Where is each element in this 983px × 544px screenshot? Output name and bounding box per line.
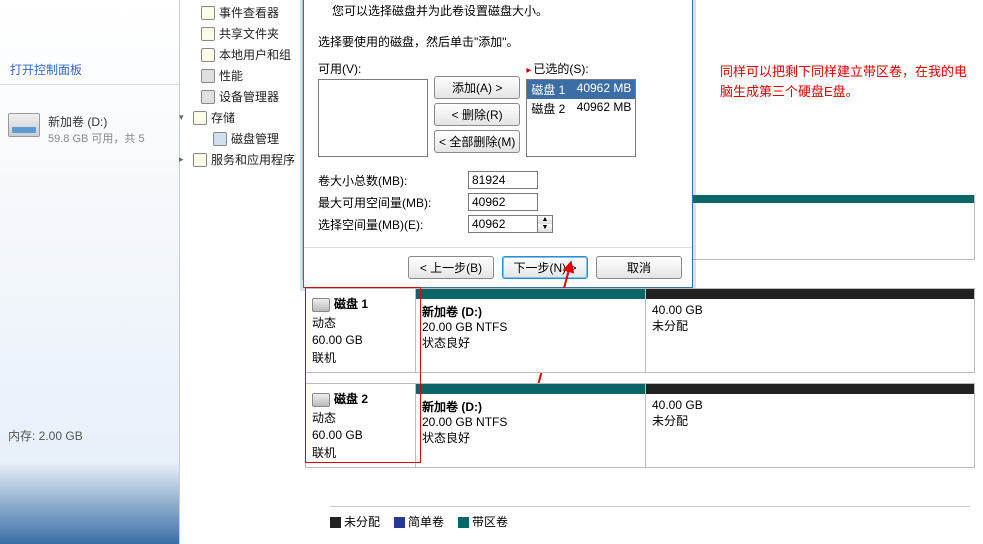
tree-shared-folders[interactable]: 共享文件夹	[183, 23, 302, 44]
max-space-label: 最大可用空间量(MB):	[318, 194, 468, 211]
list-item[interactable]: 磁盘 240962 MB	[527, 99, 635, 118]
legend-stripe-volume: 带区卷	[458, 513, 508, 530]
selected-listbox[interactable]: 磁盘 140962 MB 磁盘 240962 MB	[526, 79, 636, 157]
memory-label: 内存: 2.00 GB	[8, 427, 83, 444]
space-spinner[interactable]: ▲▼	[538, 215, 553, 233]
annotation-text: 同样可以把剩下同样建立带区卷，在我的电脑生成第三个硬盘E盘。	[720, 62, 970, 101]
list-item[interactable]: 磁盘 140962 MB	[527, 80, 635, 99]
folder-icon	[201, 6, 215, 20]
select-space-label: 选择空间量(MB)(E):	[318, 216, 468, 233]
partition-bar	[646, 289, 974, 299]
dialog-instruction: 选择要使用的磁盘，然后单击"添加"。	[318, 33, 678, 50]
folder-icon	[201, 27, 215, 41]
disk2-partition-1[interactable]: 新加卷 (D:)20.00 GB NTFS状态良好	[416, 384, 646, 467]
disk-legend: 未分配 简单卷 带区卷	[330, 506, 970, 530]
users-icon	[201, 48, 215, 62]
disk-icon	[312, 393, 330, 407]
drive-entry[interactable]: 新加卷 (D:) 59.8 GB 可用，共 5	[0, 105, 179, 154]
perf-icon	[201, 69, 215, 83]
max-space-field	[468, 193, 538, 211]
legend-simple-volume: 简单卷	[394, 513, 444, 530]
tree-storage[interactable]: 存储	[183, 107, 302, 128]
disk-management-grid: 磁盘 1 动态 60.00 GB 联机 新加卷 (D:)20.00 GB NTF…	[305, 288, 975, 478]
partition-bar	[416, 384, 645, 394]
disk-2-row: 磁盘 2 动态 60.00 GB 联机 新加卷 (D:)20.00 GB NTF…	[305, 383, 975, 468]
services-icon	[193, 153, 207, 167]
dialog-subtitle: 您可以选择磁盘并为此卷设置磁盘大小。	[332, 2, 678, 19]
tree-services-apps[interactable]: 服务和应用程序	[183, 149, 302, 170]
disk-2-header[interactable]: 磁盘 2 动态 60.00 GB 联机	[306, 384, 416, 467]
legend-square-icon	[458, 517, 469, 528]
device-icon	[201, 90, 215, 104]
spinner-up-icon[interactable]: ▲	[538, 216, 552, 224]
tree-local-users[interactable]: 本地用户和组	[183, 44, 302, 65]
disk-icon	[213, 132, 227, 146]
tree-performance[interactable]: 性能	[183, 65, 302, 86]
total-size-field	[468, 171, 538, 189]
select-disks-dialog: 选择磁盘 您可以选择磁盘并为此卷设置磁盘大小。 选择要使用的磁盘，然后单击"添加…	[303, 0, 693, 288]
available-label: 可用(V):	[318, 60, 428, 77]
disk-icon	[312, 298, 330, 312]
total-size-label: 卷大小总数(MB):	[318, 172, 468, 189]
remove-all-button[interactable]: < 全部删除(M)	[434, 130, 520, 153]
back-button[interactable]: < 上一步(B)	[408, 256, 494, 279]
disk1-unallocated[interactable]: 40.00 GB未分配	[646, 289, 974, 372]
tree-event-viewer[interactable]: 事件查看器	[183, 2, 302, 23]
legend-unallocated: 未分配	[330, 513, 380, 530]
available-listbox[interactable]	[318, 79, 428, 157]
partition-bar	[416, 289, 645, 299]
cancel-button[interactable]: 取消	[596, 256, 682, 279]
left-sidebar: 打开控制面板 新加卷 (D:) 59.8 GB 可用，共 5 内存: 2.00 …	[0, 0, 180, 544]
select-space-input[interactable]	[468, 215, 538, 233]
legend-square-icon	[394, 517, 405, 528]
spinner-down-icon[interactable]: ▼	[538, 224, 552, 232]
drive-text: 新加卷 (D:) 59.8 GB 可用，共 5	[48, 113, 145, 146]
tree-device-manager[interactable]: 设备管理器	[183, 86, 302, 107]
drive-free: 59.8 GB 可用，共 5	[48, 130, 145, 146]
disk1-partition-1[interactable]: 新加卷 (D:)20.00 GB NTFS状态良好	[416, 289, 646, 372]
remove-button[interactable]: < 删除(R)	[434, 103, 520, 126]
disk2-unallocated[interactable]: 40.00 GB未分配	[646, 384, 974, 467]
tree-disk-management[interactable]: 磁盘管理	[183, 128, 302, 149]
drive-icon	[8, 113, 40, 137]
add-button[interactable]: 添加(A) >	[434, 76, 520, 99]
disk-1-row: 磁盘 1 动态 60.00 GB 联机 新加卷 (D:)20.00 GB NTF…	[305, 288, 975, 373]
drive-label: 新加卷 (D:)	[48, 113, 145, 130]
mmc-tree: 事件查看器 共享文件夹 本地用户和组 性能 设备管理器 存储 磁盘管理 服务和应…	[183, 0, 303, 280]
legend-square-icon	[330, 517, 341, 528]
disk-1-header[interactable]: 磁盘 1 动态 60.00 GB 联机	[306, 289, 416, 372]
open-control-panel-link[interactable]: 打开控制面板	[0, 55, 179, 85]
storage-icon	[193, 111, 207, 125]
selected-label: 已选的(S):	[526, 60, 636, 77]
partition-bar	[646, 384, 974, 394]
